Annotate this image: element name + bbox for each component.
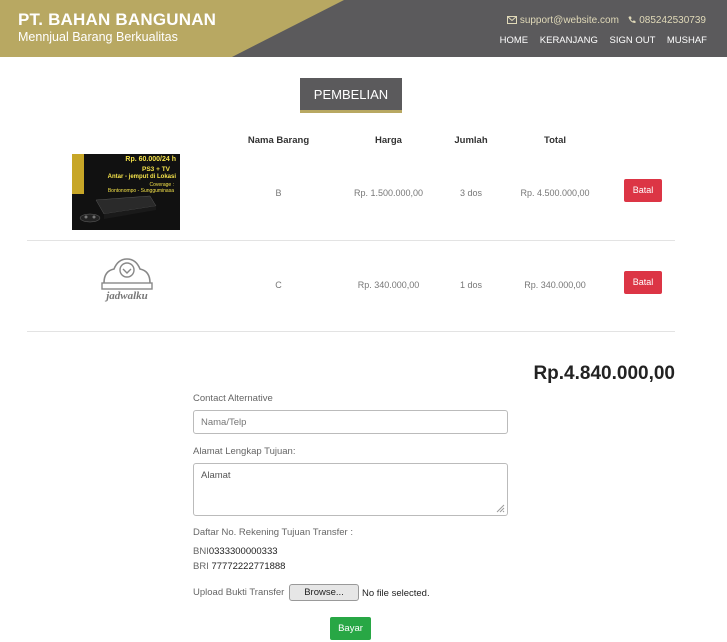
nav-home[interactable]: HOME	[500, 35, 529, 46]
cell-qty: 3 dos	[459, 188, 483, 198]
contact-email[interactable]: support@website.com	[520, 15, 619, 26]
bank-account-bri: BRI 77772222771888	[193, 561, 285, 572]
address-placeholder: Alamat	[201, 470, 231, 481]
brand-title[interactable]: PT. BAHAN BANGUNAN	[18, 10, 216, 30]
image-text: PS3 + TV	[142, 166, 170, 173]
image-text: Antar - jemput di Lokasi	[107, 174, 176, 180]
bank-number: 77772222771888	[211, 561, 286, 572]
nav-mushaf[interactable]: MUSHAF	[667, 35, 707, 46]
phone-icon	[628, 16, 636, 24]
bank-account-bni: BNI0333300000333	[193, 546, 278, 557]
cell-name: C	[275, 280, 282, 290]
cell-price: Rp. 340.000,00	[357, 280, 420, 290]
column-header-price: Harga	[375, 135, 402, 146]
cell-total: Rp. 4.500.000,00	[520, 188, 590, 198]
image-accent	[72, 154, 84, 194]
cell-price: Rp. 1.500.000,00	[353, 188, 424, 198]
brand-subtitle: Mennjual Barang Berkualitas	[18, 30, 178, 44]
contact-info: support@website.com 085242530739	[507, 15, 706, 26]
jadwalku-logo-icon: jadwalku	[101, 258, 153, 302]
cell-name: B	[275, 188, 282, 198]
cancel-item-button[interactable]: Batal	[624, 271, 662, 294]
logo-text: jadwalku	[104, 290, 148, 302]
pay-button[interactable]: Bayar	[330, 617, 371, 640]
contact-label: Contact Alternative	[193, 393, 273, 404]
bank-code: BNI	[193, 546, 209, 557]
cancel-item-button[interactable]: Batal	[624, 179, 662, 202]
address-label: Alamat Lengkap Tujuan:	[193, 446, 296, 457]
contact-input[interactable]	[193, 410, 508, 434]
column-header-name: Nama Barang	[247, 135, 310, 146]
console-illustration	[79, 195, 157, 223]
browse-file-button[interactable]: Browse...	[289, 584, 359, 601]
envelope-icon	[507, 16, 518, 24]
site-header: PT. BAHAN BANGUNAN Mennjual Barang Berku…	[0, 0, 727, 57]
product-image-b: Rp. 60.000/24 h PS3 + TV Antar - jemput …	[72, 154, 180, 230]
column-header-total: Total	[544, 135, 566, 146]
file-status: No file selected.	[362, 588, 430, 599]
column-header-qty: Jumlah	[454, 135, 488, 146]
page-title-text: PEMBELIAN	[313, 87, 389, 102]
row-divider	[27, 331, 675, 332]
image-text: Rp. 60.000/24 h	[125, 156, 176, 163]
resize-handle-icon[interactable]	[495, 503, 505, 513]
main-nav: HOME KERANJANG SIGN OUT MUSHAF	[491, 35, 707, 46]
row-divider	[27, 240, 675, 241]
title-underline	[300, 110, 402, 113]
bank-code: BRI	[193, 561, 209, 572]
nav-keranjang[interactable]: KERANJANG	[540, 35, 598, 46]
grand-total: Rp.4.840.000,00	[533, 363, 675, 384]
upload-label: Upload Bukti Transfer	[193, 587, 285, 598]
bank-list-label: Daftar No. Rekening Tujuan Transfer :	[193, 527, 353, 538]
cell-qty: 1 dos	[459, 280, 483, 290]
nav-sign-out[interactable]: SIGN OUT	[609, 35, 655, 46]
cell-total: Rp. 340.000,00	[524, 280, 586, 290]
address-textarea[interactable]: Alamat	[193, 463, 508, 516]
page-title: PEMBELIAN	[300, 78, 402, 113]
bank-number: 0333300000333	[208, 546, 278, 557]
contact-phone: 085242530739	[639, 15, 706, 26]
